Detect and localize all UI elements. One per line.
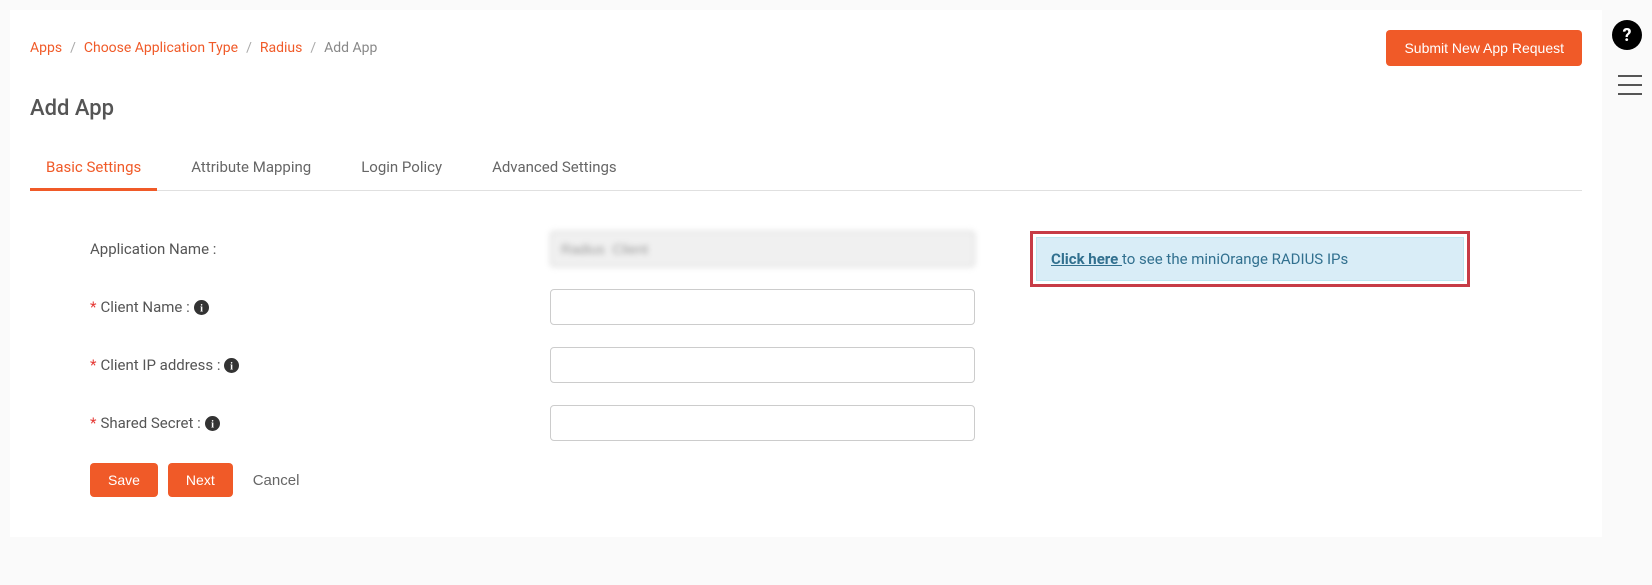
tab-login-policy[interactable]: Login Policy xyxy=(345,146,458,191)
shared-secret-input[interactable] xyxy=(550,405,975,441)
help-icon[interactable]: ? xyxy=(1612,20,1642,50)
tabs-container: Basic Settings Attribute Mapping Login P… xyxy=(30,146,1582,191)
info-icon[interactable]: i xyxy=(224,358,239,373)
radius-ips-info-box: Click here to see the miniOrange RADIUS … xyxy=(1030,231,1470,287)
info-box-text: to see the miniOrange RADIUS IPs xyxy=(1122,250,1348,268)
application-name-input xyxy=(550,231,975,267)
cancel-button[interactable]: Cancel xyxy=(243,464,310,497)
svg-text:i: i xyxy=(200,303,203,314)
submit-new-app-button[interactable]: Submit New App Request xyxy=(1386,30,1582,66)
client-ip-input[interactable] xyxy=(550,347,975,383)
breadcrumb: Apps / Choose Application Type / Radius … xyxy=(30,40,377,56)
client-name-input[interactable] xyxy=(550,289,975,325)
svg-text:i: i xyxy=(211,419,214,430)
info-icon[interactable]: i xyxy=(205,416,220,431)
application-name-label: Application Name : xyxy=(90,240,550,258)
breadcrumb-link-radius[interactable]: Radius xyxy=(260,40,303,56)
breadcrumb-link-choose-type[interactable]: Choose Application Type xyxy=(84,40,238,56)
svg-text:i: i xyxy=(231,361,234,372)
tab-advanced-settings[interactable]: Advanced Settings xyxy=(476,146,633,191)
hamburger-icon[interactable] xyxy=(1618,75,1642,95)
client-ip-label: * Client IP address : i xyxy=(90,356,550,374)
tab-attribute-mapping[interactable]: Attribute Mapping xyxy=(175,146,327,191)
click-here-link[interactable]: Click here xyxy=(1051,250,1122,268)
shared-secret-label: * Shared Secret : i xyxy=(90,414,550,432)
client-name-label: * Client Name : i xyxy=(90,298,550,316)
tab-basic-settings[interactable]: Basic Settings xyxy=(30,146,157,191)
breadcrumb-current: Add App xyxy=(324,40,377,56)
page-title: Add App xyxy=(30,96,1582,121)
next-button[interactable]: Next xyxy=(168,463,233,497)
info-icon[interactable]: i xyxy=(194,300,209,315)
breadcrumb-link-apps[interactable]: Apps xyxy=(30,40,62,56)
save-button[interactable]: Save xyxy=(90,463,158,497)
